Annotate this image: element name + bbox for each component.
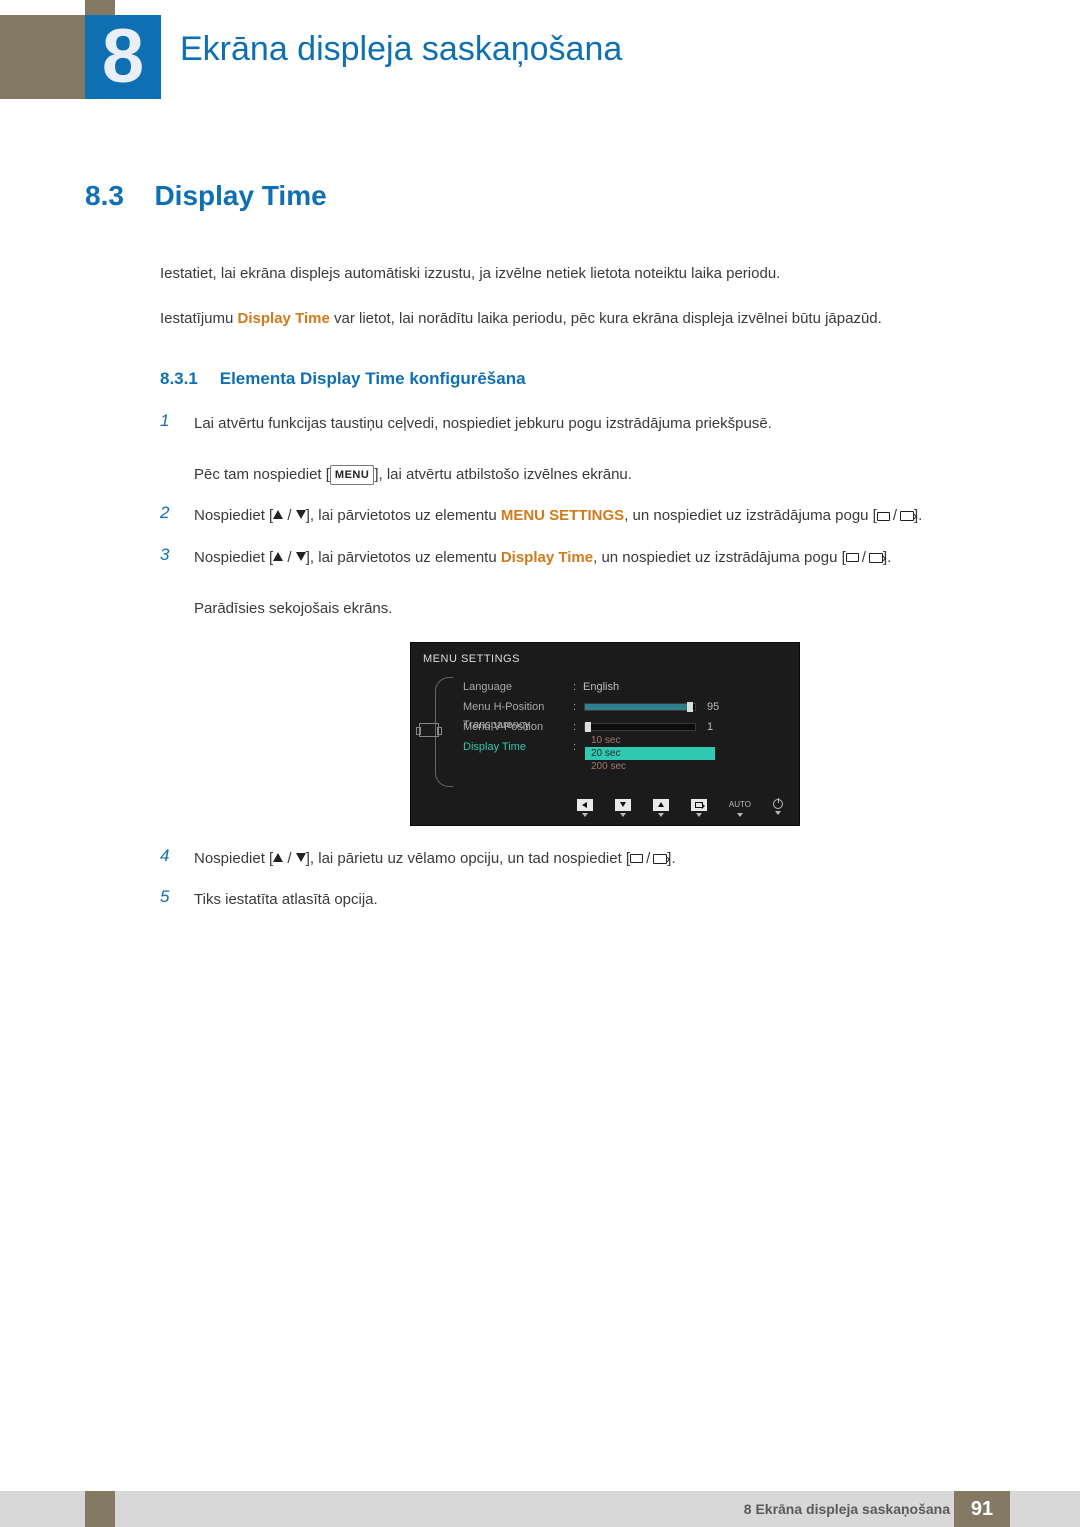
step1-line2-post: ], lai atvērtu atbilstošo izvēlnes ekrān…	[374, 466, 632, 483]
osd-value: English	[583, 681, 619, 693]
step3-after: Parādīsies sekojošais ekrāns.	[194, 600, 392, 617]
osd-slider	[585, 704, 695, 710]
menu-settings-strong: MENU SETTINGS	[501, 507, 624, 524]
osd-option-selected: 20 sec	[585, 747, 715, 760]
arrow-up-icon	[273, 510, 283, 519]
arrow-down-icon	[296, 853, 306, 862]
subsection-heading: 8.3.1 Elementa Display Time konfigurēšan…	[160, 369, 1020, 389]
step-2: 2 Nospiediet [ / ], lai pārvietotos uz e…	[160, 503, 1020, 529]
osd-option: 200 sec	[585, 760, 715, 773]
step-text: Nospiediet [ / ], lai pārvietotos uz ele…	[194, 545, 1020, 622]
section-heading: 8.3 Display Time	[85, 180, 1020, 212]
arrow-down-icon	[296, 510, 306, 519]
header-accent	[85, 0, 115, 15]
section-title: Display Time	[154, 180, 326, 211]
step1-line1: Lai atvērtu funkcijas taustiņu ceļvedi, …	[194, 415, 772, 432]
chapter-title: Ekrāna displeja saskaņošana	[180, 30, 622, 69]
step-number: 4	[160, 846, 176, 872]
subsection-title: Elementa Display Time konfigurēšana	[220, 369, 526, 388]
step-4: 4 Nospiediet [ / ], lai pārietu uz vēlam…	[160, 846, 1020, 872]
arrow-down-icon	[296, 552, 306, 561]
rect-enter-icon: /	[630, 846, 667, 872]
step2-post: , un nospiediet uz izstrādājuma pogu [	[624, 507, 877, 524]
osd-option: 10 sec	[585, 734, 715, 747]
step-text: Lai atvērtu funkcijas taustiņu ceļvedi, …	[194, 411, 1020, 488]
step-1: 1 Lai atvērtu funkcijas taustiņu ceļvedi…	[160, 411, 1020, 488]
arrow-up-icon	[273, 552, 283, 561]
footer-text: 8 Ekrāna displeja saskaņošana	[744, 1491, 950, 1527]
osd-slider	[585, 724, 695, 730]
step-number: 3	[160, 545, 176, 622]
step-5: 5 Tiks iestatīta atlasītā opcija.	[160, 887, 1020, 913]
subsection-number: 8.3.1	[160, 369, 215, 389]
step2-mid: ], lai pārvietotos uz elementu	[306, 507, 501, 524]
osd-panel: MENU SETTINGS Language : English Menu H-…	[410, 642, 800, 826]
display-time-strong: Display Time	[238, 310, 330, 327]
osd-footer-enter	[691, 799, 707, 817]
osd-row-language: Language : English	[463, 677, 783, 697]
step4-pre: Nospiediet [	[194, 850, 273, 867]
osd-label: Transparency	[463, 719, 573, 731]
osd-label: Language	[463, 681, 573, 693]
body-column: 8.3 Display Time Iestatiet, lai ekrāna d…	[85, 180, 1020, 929]
osd-label: Display Time	[463, 741, 573, 753]
step-number: 1	[160, 411, 176, 488]
intro-paragraph-1: Iestatiet, lai ekrāna displejs automātis…	[160, 262, 1020, 285]
section-number: 8.3	[85, 180, 150, 212]
osd-footer-up	[653, 799, 669, 817]
step4-mid: ], lai pārietu uz vēlamo opciju, un tad …	[306, 850, 630, 867]
step-number: 2	[160, 503, 176, 529]
intro-p2-a: Iestatījumu	[160, 310, 238, 327]
menu-icon: MENU	[330, 465, 374, 486]
rect-enter-icon: /	[846, 545, 883, 571]
osd-footer: AUTO	[411, 793, 799, 825]
osd-screenshot: MENU SETTINGS Language : English Menu H-…	[410, 642, 1020, 826]
intro-p2-b: var lietot, lai norādītu laika periodu, …	[330, 310, 882, 327]
arrow-up-icon	[273, 853, 283, 862]
osd-title: MENU SETTINGS	[411, 643, 799, 673]
step-3: 3 Nospiediet [ / ], lai pārvietotos uz e…	[160, 545, 1020, 622]
chapter-number-badge: 8	[85, 15, 161, 99]
step-text: Nospiediet [ / ], lai pārvietotos uz ele…	[194, 503, 1020, 529]
page-number: 91	[954, 1491, 1010, 1527]
display-time-strong-2: Display Time	[501, 549, 593, 566]
osd-footer-power	[773, 799, 783, 817]
osd-side-icon	[419, 723, 439, 737]
steps-list: 1 Lai atvērtu funkcijas taustiņu ceļvedi…	[160, 411, 1020, 913]
step-text: Nospiediet [ / ], lai pārietu uz vēlamo …	[194, 846, 1020, 872]
step3-mid: ], lai pārvietotos uz elementu	[306, 549, 501, 566]
step3-post: , un nospiediet uz izstrādājuma pogu [	[593, 549, 846, 566]
step2-pre: Nospiediet [	[194, 507, 273, 524]
step3-pre: Nospiediet [	[194, 549, 273, 566]
osd-slider-value: 95	[707, 701, 719, 713]
intro-paragraph-2: Iestatījumu Display Time var lietot, lai…	[160, 307, 1020, 330]
page: 8 Ekrāna displeja saskaņošana 8.3 Displa…	[0, 0, 1080, 1527]
osd-label: Menu H-Position	[463, 701, 573, 713]
step1-line2-pre: Pēc tam nospiediet [	[194, 466, 330, 483]
osd-footer-back	[577, 799, 593, 817]
step-text: Tiks iestatīta atlasītā opcija.	[194, 887, 1020, 913]
osd-row-menu-h: Menu H-Position : 95	[463, 697, 783, 717]
osd-body: Language : English Menu H-Position : 95	[411, 673, 799, 793]
osd-footer-auto: AUTO	[729, 799, 751, 817]
step-number: 5	[160, 887, 176, 913]
osd-footer-down	[615, 799, 631, 817]
footer-accent	[85, 1491, 115, 1527]
rect-enter-icon: /	[877, 503, 914, 529]
